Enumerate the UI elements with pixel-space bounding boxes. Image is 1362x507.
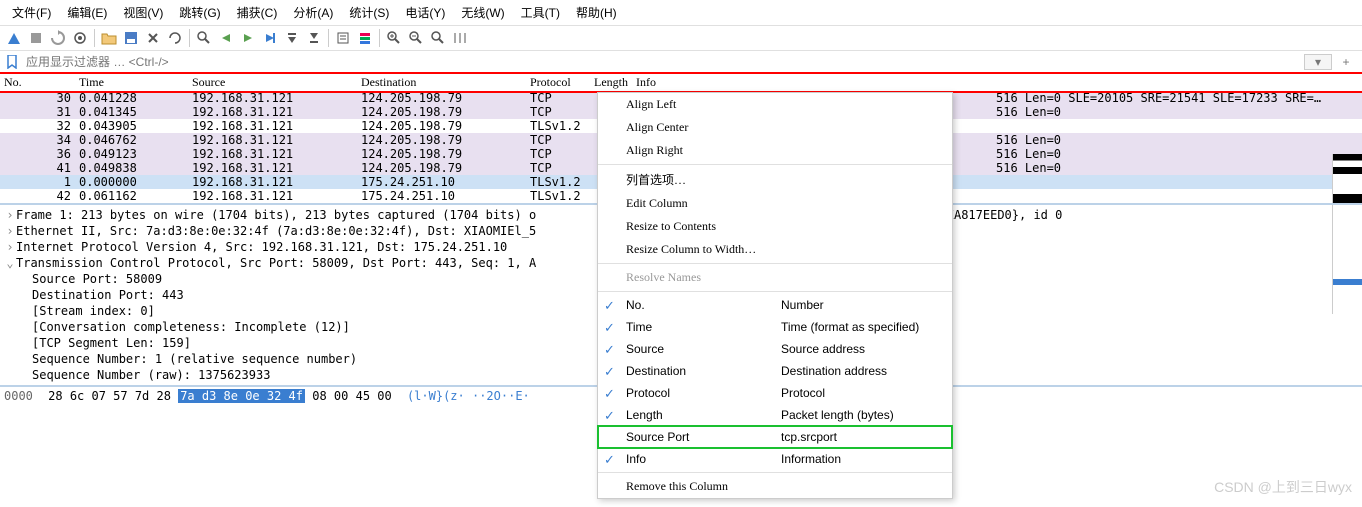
menu-wireless[interactable]: 无线(W) <box>453 2 512 23</box>
bookmark-icon[interactable] <box>4 54 20 70</box>
menu-analyze[interactable]: 分析(A) <box>285 2 341 23</box>
menu-capture[interactable]: 捕获(C) <box>229 2 286 23</box>
capture-stop-icon[interactable] <box>26 28 46 48</box>
col-header-destination[interactable]: Destination <box>357 74 526 91</box>
cm-column-toggle[interactable]: Source Porttcp.srcport <box>598 426 952 448</box>
cm-column-prefs[interactable]: 列首选项… <box>598 167 952 192</box>
cm-resize-contents[interactable]: Resize to Contents <box>598 215 952 238</box>
menubar: 文件(F) 编辑(E) 视图(V) 跳转(G) 捕获(C) 分析(A) 统计(S… <box>0 0 1362 26</box>
cm-align-center[interactable]: Align Center <box>598 116 952 139</box>
bytes-hex-selected: 7a d3 8e 0e 32 4f <box>178 389 305 403</box>
close-icon[interactable] <box>143 28 163 48</box>
bytes-ascii: (l·W}(z· ··2O··E· <box>407 389 530 403</box>
cm-edit-column[interactable]: Edit Column <box>598 192 952 215</box>
col-header-protocol[interactable]: Protocol <box>526 74 590 91</box>
watermark: CSDN @上到三日wyx <box>1214 477 1352 497</box>
cm-resolve-names[interactable]: Resolve Names <box>598 266 952 289</box>
prev-icon[interactable] <box>216 28 236 48</box>
bytes-hex-pre: 28 6c 07 57 7d 28 <box>48 389 178 403</box>
cm-resize-width[interactable]: Resize Column to Width… <box>598 238 952 261</box>
filter-bar: ▾ + <box>0 51 1362 74</box>
cm-remove-column[interactable]: Remove this Column <box>598 475 952 498</box>
reload-icon[interactable] <box>165 28 185 48</box>
cm-column-toggle[interactable]: ✓TimeTime (format as specified) <box>598 316 952 338</box>
resize-columns-icon[interactable] <box>450 28 470 48</box>
col-header-source[interactable]: Source <box>188 74 357 91</box>
menu-edit[interactable]: 编辑(E) <box>59 2 115 23</box>
goto-last-icon[interactable] <box>304 28 324 48</box>
cm-column-toggle[interactable]: ✓DestinationDestination address <box>598 360 952 382</box>
menu-help[interactable]: 帮助(H) <box>568 2 625 23</box>
menu-file[interactable]: 文件(F) <box>4 2 59 23</box>
cm-column-toggle[interactable]: ✓LengthPacket length (bytes) <box>598 404 952 426</box>
menu-stats[interactable]: 统计(S) <box>341 2 397 23</box>
zoom-reset-icon[interactable] <box>428 28 448 48</box>
capture-restart-icon[interactable] <box>48 28 68 48</box>
col-header-info[interactable]: Info <box>632 74 1362 91</box>
capture-options-icon[interactable] <box>70 28 90 48</box>
next-icon[interactable] <box>238 28 258 48</box>
save-icon[interactable] <box>121 28 141 48</box>
cm-align-left[interactable]: Align Left <box>598 93 952 116</box>
col-header-length[interactable]: Length <box>590 74 632 91</box>
cm-align-right[interactable]: Align Right <box>598 139 952 162</box>
col-header-time[interactable]: Time <box>75 74 188 91</box>
col-header-no[interactable]: No. <box>0 74 75 91</box>
goto-first-icon[interactable] <box>282 28 302 48</box>
menu-go[interactable]: 跳转(G) <box>171 2 228 23</box>
toolbar <box>0 26 1362 51</box>
open-icon[interactable] <box>99 28 119 48</box>
cm-column-toggle[interactable]: ✓ProtocolProtocol <box>598 382 952 404</box>
column-header-row[interactable]: No. Time Source Destination Protocol Len… <box>0 74 1362 91</box>
column-context-menu: Align Left Align Center Align Right 列首选项… <box>597 92 953 499</box>
cm-column-toggle[interactable]: ✓InfoInformation <box>598 448 952 470</box>
bytes-hex-post: 08 00 45 00 <box>305 389 392 403</box>
capture-start-icon[interactable] <box>4 28 24 48</box>
zoom-out-icon[interactable] <box>406 28 426 48</box>
filter-dropdown-icon[interactable]: ▾ <box>1304 54 1332 70</box>
colorize-icon[interactable] <box>355 28 375 48</box>
find-icon[interactable] <box>194 28 214 48</box>
cm-column-toggle[interactable]: ✓SourceSource address <box>598 338 952 360</box>
menu-tools[interactable]: 工具(T) <box>513 2 568 23</box>
menu-telephony[interactable]: 电话(Y) <box>397 2 453 23</box>
filter-add-icon[interactable]: + <box>1338 54 1354 70</box>
cm-column-toggle[interactable]: ✓No.Number <box>598 294 952 316</box>
byte-offset: 0000 <box>4 389 33 403</box>
display-filter-input[interactable] <box>22 53 1298 71</box>
goto-icon[interactable] <box>260 28 280 48</box>
zoom-in-icon[interactable] <box>384 28 404 48</box>
autoscroll-icon[interactable] <box>333 28 353 48</box>
menu-view[interactable]: 视图(V) <box>115 2 171 23</box>
